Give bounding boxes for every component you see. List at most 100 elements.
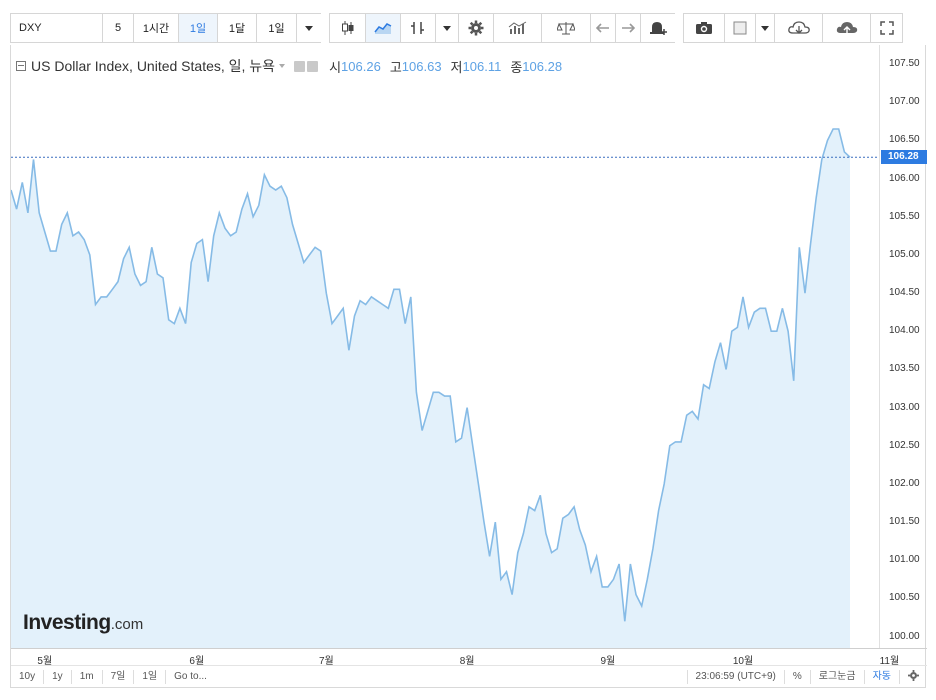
- price-tick-label: 104.00: [889, 325, 920, 337]
- range-dropdown-button[interactable]: [296, 13, 321, 43]
- price-axis[interactable]: 100.00 100.50 101.00 101.50 102.00 102.50 103.…: [879, 45, 927, 648]
- price-tick-label: 101.50: [889, 516, 920, 528]
- chevron-down-icon: [305, 25, 313, 31]
- layout-dropdown-button[interactable]: [755, 13, 774, 43]
- symbol-text: DXY: [19, 22, 42, 34]
- price-tick-label: 106.50: [889, 134, 920, 146]
- price-tick-label: 103.00: [889, 401, 920, 413]
- fullscreen-box-button[interactable]: [724, 13, 755, 43]
- interval-1m-label: 1달: [228, 23, 246, 35]
- legend-title: US Dollar Index, United States, 일, 뉴욕: [31, 58, 276, 74]
- interval-1h-label: 1시간: [142, 23, 170, 35]
- indicators-dropdown-button[interactable]: [435, 13, 458, 43]
- price-tick-label: 105.50: [889, 210, 920, 222]
- range-1d-button[interactable]: 1일: [134, 669, 167, 684]
- interval-1d-button[interactable]: 1일: [178, 13, 217, 43]
- price-tick-label: 102.50: [889, 439, 920, 451]
- watermark-suffix: .com: [110, 616, 144, 633]
- gear-icon: [908, 670, 919, 681]
- events-button[interactable]: [541, 13, 590, 43]
- open-value: 106.26: [341, 58, 381, 74]
- gear-icon: [468, 20, 484, 36]
- close-value: 106.28: [522, 58, 563, 74]
- undo-button[interactable]: [590, 13, 615, 43]
- price-area-chart: [10, 128, 879, 648]
- chevron-down-icon: [443, 25, 451, 31]
- clock-display[interactable]: 23:06:59 (UTC+9): [686, 670, 784, 684]
- redo-button[interactable]: [615, 13, 640, 43]
- camera-icon: [696, 22, 712, 34]
- interval-5-button[interactable]: 5: [102, 13, 133, 43]
- interval-1m-button[interactable]: 1달: [217, 13, 256, 43]
- price-tick-label: 101.00: [889, 554, 920, 566]
- price-tick-label: 107.50: [889, 58, 920, 70]
- low-value: 106.11: [462, 58, 502, 74]
- price-tick-label: 106.00: [889, 172, 920, 184]
- interval-5-label: 5: [114, 22, 122, 34]
- cloud-download-icon: [787, 21, 810, 34]
- area-style-button[interactable]: [365, 13, 400, 43]
- undo-icon: [596, 23, 609, 33]
- cloud-upload-button[interactable]: [822, 13, 870, 43]
- screenshot-button[interactable]: [683, 13, 724, 43]
- cloud-upload-icon: [836, 22, 857, 34]
- bottom-bar-right: 23:06:59 (UTC+9) % 로그눈금 자동: [686, 666, 927, 688]
- close-label: 종: [510, 59, 523, 75]
- range-1m-button[interactable]: 1m: [72, 669, 103, 684]
- price-tick-label: 100.00: [889, 630, 920, 642]
- chart-toolbar: DXY 5 1시간 1일 1달 1일: [10, 13, 926, 43]
- goto-button[interactable]: Go to...: [166, 670, 215, 684]
- log-scale-toggle[interactable]: 로그눈금: [809, 670, 864, 684]
- price-tick-label: 105.00: [889, 248, 920, 260]
- eye-icon[interactable]: [294, 60, 306, 72]
- symbol-input[interactable]: DXY: [10, 13, 102, 43]
- alert-button[interactable]: [640, 13, 675, 43]
- price-tick-label: 102.00: [889, 477, 920, 489]
- price-tick-label: 107.00: [889, 96, 920, 108]
- bottom-settings-button[interactable]: [899, 670, 927, 684]
- cloud-download-button[interactable]: [774, 13, 822, 43]
- compare-button[interactable]: [493, 13, 541, 43]
- collapse-legend-icon[interactable]: [16, 61, 26, 71]
- expand-icon: [879, 21, 894, 35]
- chart-frame: US Dollar Index, United States, 일, 뉴욕 시 …: [10, 45, 927, 688]
- open-label: 시: [329, 59, 342, 75]
- high-label: 고: [389, 59, 402, 75]
- expand-button[interactable]: [870, 13, 903, 43]
- range-10y-button[interactable]: 10y: [11, 669, 45, 684]
- redo-icon: [622, 23, 635, 33]
- scale-icon: [557, 22, 575, 35]
- percent-toggle[interactable]: %: [783, 670, 810, 684]
- square-icon: [733, 21, 747, 35]
- bar-compare-icon: [508, 21, 526, 34]
- area-chart-icon: [374, 23, 392, 34]
- interval-1d-label: 1일: [189, 23, 207, 35]
- high-value: 106.63: [401, 58, 442, 74]
- price-tick-label: 104.50: [889, 287, 920, 299]
- range-label: 1일: [268, 23, 285, 35]
- range-button[interactable]: 1일: [256, 13, 296, 43]
- auto-scale-toggle[interactable]: 자동: [863, 670, 899, 684]
- indicators-button[interactable]: [400, 13, 435, 43]
- candle-style-button[interactable]: [329, 13, 365, 43]
- range-7d-button[interactable]: 7일: [103, 669, 135, 684]
- price-tick-label: 100.50: [889, 592, 920, 604]
- chevron-down-icon[interactable]: [279, 64, 286, 68]
- price-area-fill: [11, 129, 850, 648]
- investing-watermark: Investing.com: [23, 611, 143, 635]
- range-1y-button[interactable]: 1y: [44, 669, 72, 684]
- settings-button[interactable]: [458, 13, 493, 43]
- bell-plus-icon: [650, 22, 667, 35]
- last-price-label: 106.28: [881, 150, 927, 165]
- settings-small-icon[interactable]: [307, 60, 319, 72]
- chevron-down-icon: [761, 25, 769, 31]
- plot-area[interactable]: US Dollar Index, United States, 일, 뉴욕 시 …: [10, 45, 879, 648]
- chart-legend: US Dollar Index, United States, 일, 뉴욕 시 …: [16, 56, 562, 76]
- interval-1h-button[interactable]: 1시간: [133, 13, 178, 43]
- candlestick-icon: [341, 21, 353, 35]
- time-axis[interactable]: 5월6월7월8월9월10월11월21: [11, 648, 927, 667]
- price-tick-label: 103.50: [889, 363, 920, 375]
- low-label: 저: [450, 59, 463, 75]
- indicators-icon: [411, 22, 424, 34]
- watermark-brand: Investing: [23, 611, 111, 634]
